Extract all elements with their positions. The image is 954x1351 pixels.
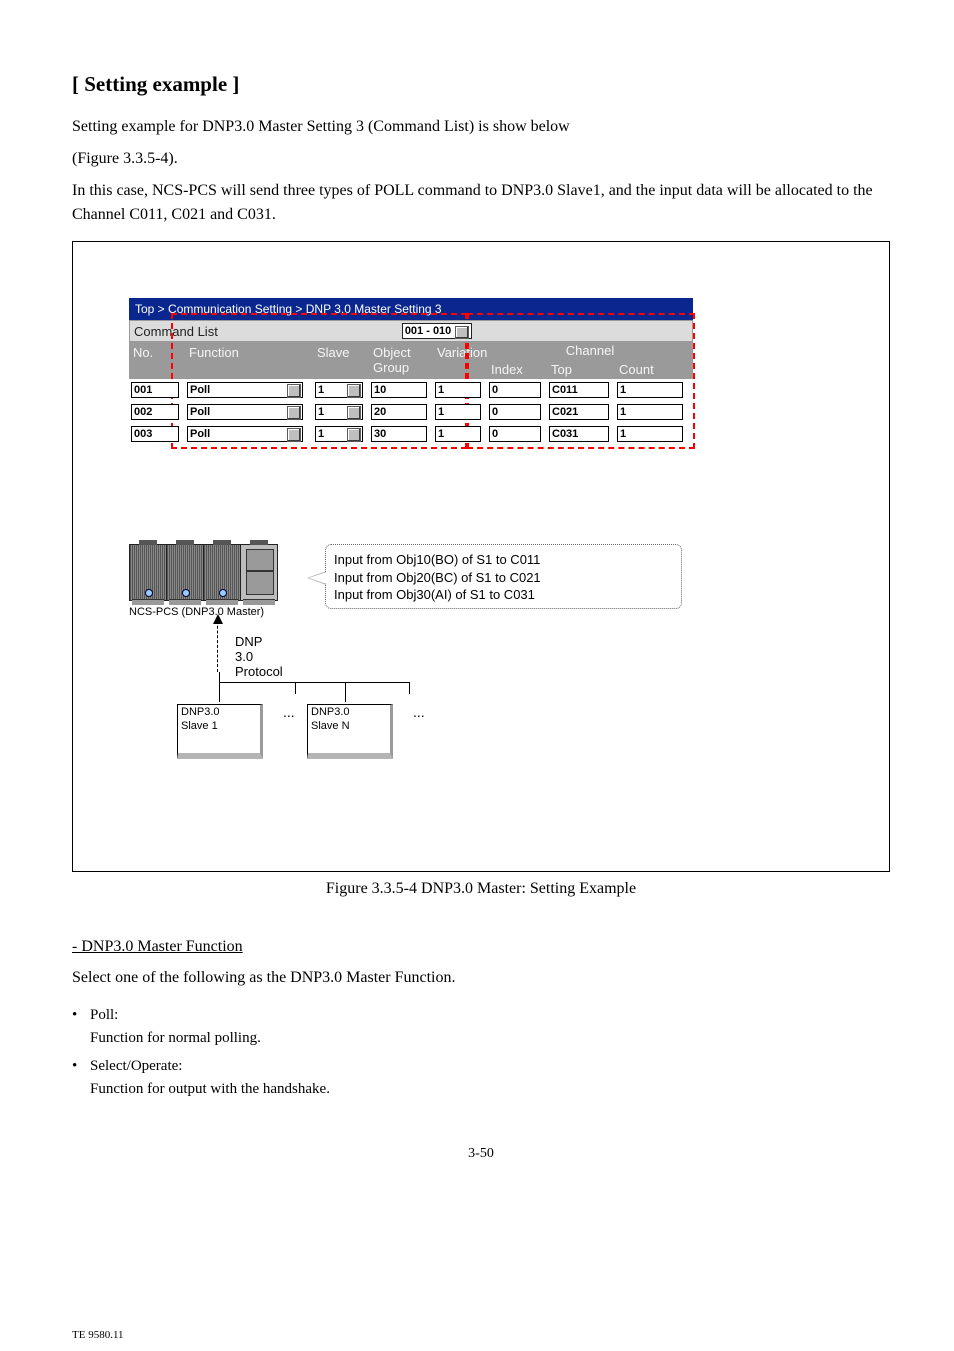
- ellipsis-1: ...: [283, 704, 295, 720]
- cell-top[interactable]: C021: [549, 404, 609, 420]
- device-line1: DNP3.0: [311, 706, 387, 720]
- device-line1: DNP3.0: [181, 706, 257, 720]
- col-channel-group: Channel Index Top Count: [487, 342, 693, 379]
- cell-index[interactable]: 0: [489, 382, 541, 398]
- col-channel: Channel: [487, 342, 693, 359]
- ncs-pcs-controller: [129, 544, 278, 601]
- cell-variation[interactable]: 1: [435, 404, 481, 420]
- list-item: • Poll: Function for normal polling.: [72, 1004, 890, 1049]
- ellipsis-2: ...: [413, 704, 425, 720]
- list-desc: Function for normal polling.: [90, 1030, 261, 1046]
- cell-object-group[interactable]: 10: [371, 382, 427, 398]
- list-item: • Select/Operate: Function for output wi…: [72, 1055, 890, 1100]
- cell-variation[interactable]: 1: [435, 382, 481, 398]
- col-top: Top: [547, 359, 615, 379]
- settings-window: Top > Communication Setting > DNP 3.0 Ma…: [129, 298, 693, 445]
- list-desc: Function for output with the handshake.: [90, 1081, 330, 1097]
- speech-line-2: Input from Obj20(BC) of S1 to C021: [334, 569, 673, 587]
- cell-slave[interactable]: 1: [315, 404, 363, 420]
- body-text: Select one of the following as the DNP3.…: [72, 966, 890, 990]
- intro-text-1: Setting example for DNP3.0 Master Settin…: [72, 115, 890, 139]
- col-function: Function: [185, 342, 313, 379]
- list-term: Select/Operate:: [90, 1058, 182, 1074]
- cell-index[interactable]: 0: [489, 426, 541, 442]
- table-row: 001 Poll 1 10 1 0 C011 1: [129, 379, 693, 401]
- device-box-slave1: DNP3.0 Slave 1: [177, 704, 263, 759]
- window-subheader: Command List 001 - 010: [129, 320, 693, 342]
- cell-function[interactable]: Poll: [187, 426, 303, 442]
- document-code: TE 9580.11: [72, 1329, 124, 1341]
- command-list-label: Command List: [134, 324, 218, 339]
- list-term: Poll:: [90, 1007, 118, 1023]
- cell-top[interactable]: C011: [549, 382, 609, 398]
- cell-count[interactable]: 1: [617, 382, 683, 398]
- col-index: Index: [487, 359, 547, 379]
- col-count: Count: [615, 359, 693, 379]
- cell-object-group[interactable]: 30: [371, 426, 427, 442]
- bullet-icon: •: [72, 1055, 90, 1100]
- cell-index[interactable]: 0: [489, 404, 541, 420]
- cell-function[interactable]: Poll: [187, 404, 303, 420]
- intro-text-2: In this case, NCS-PCS will send three ty…: [72, 179, 890, 227]
- window-title-bar: Top > Communication Setting > DNP 3.0 Ma…: [129, 298, 693, 320]
- device-box-slaveN: DNP3.0 Slave N: [307, 704, 393, 759]
- speech-line-1: Input from Obj10(BO) of S1 to C011: [334, 551, 673, 569]
- tree-connector: [189, 672, 439, 702]
- table-header-row: No. Function Slave Object Group Variatio…: [129, 342, 693, 379]
- speech-line-3: Input from Obj30(AI) of S1 to C031: [334, 586, 673, 604]
- table-row: 002 Poll 1 20 1 0 C021 1: [129, 401, 693, 423]
- bullet-icon: •: [72, 1004, 90, 1049]
- controller-label: NCS-PCS (DNP3.0 Master): [129, 606, 264, 618]
- diagram-illustration: NCS-PCS (DNP3.0 Master) Input from Obj10…: [129, 544, 278, 601]
- col-variation: Variation: [433, 342, 487, 379]
- cell-variation[interactable]: 1: [435, 426, 481, 442]
- cell-no[interactable]: 002: [131, 404, 179, 420]
- cell-no[interactable]: 001: [131, 382, 179, 398]
- device-line2: Slave 1: [181, 720, 257, 734]
- cell-object-group[interactable]: 20: [371, 404, 427, 420]
- col-no: No.: [129, 342, 185, 379]
- table-row: 003 Poll 1 30 1 0 C031 1: [129, 423, 693, 445]
- page-number: 3-50: [72, 1146, 890, 1162]
- cell-top[interactable]: C031: [549, 426, 609, 442]
- cell-count[interactable]: 1: [617, 426, 683, 442]
- figure-frame: Top > Communication Setting > DNP 3.0 Ma…: [72, 241, 890, 872]
- col-object-group: Object Group: [369, 342, 433, 379]
- cell-slave[interactable]: 1: [315, 426, 363, 442]
- cell-count[interactable]: 1: [617, 404, 683, 420]
- device-line2: Slave N: [311, 720, 387, 734]
- cell-no[interactable]: 003: [131, 426, 179, 442]
- figure-caption: Figure 3.3.5-4 DNP3.0 Master: Setting Ex…: [72, 880, 890, 898]
- cell-function[interactable]: Poll: [187, 382, 303, 398]
- section-heading: [ Setting example ]: [72, 72, 890, 97]
- speech-bubble: Input from Obj10(BO) of S1 to C011 Input…: [325, 544, 682, 609]
- subheading: - DNP3.0 Master Function: [72, 938, 890, 956]
- col-slave: Slave: [313, 342, 369, 379]
- arrow-up-icon: [217, 616, 218, 672]
- cell-slave[interactable]: 1: [315, 382, 363, 398]
- intro-text-1b: (Figure 3.3.5-4).: [72, 147, 890, 171]
- range-select[interactable]: 001 - 010: [402, 323, 472, 339]
